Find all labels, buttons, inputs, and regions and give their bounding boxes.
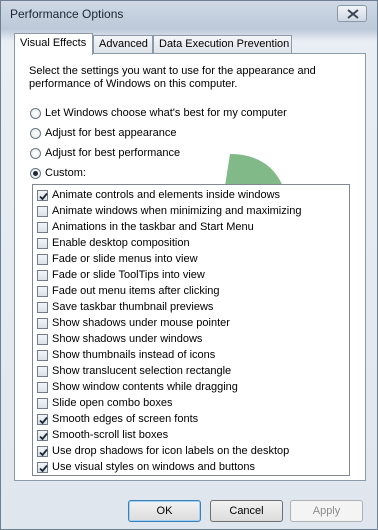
effect-label: Show window contents while dragging [52, 381, 238, 393]
effect-label: Animate windows when minimizing and maxi… [52, 205, 302, 217]
effect-item[interactable]: Animate controls and elements inside win… [37, 188, 347, 204]
effect-item[interactable]: Fade or slide menus into view [37, 252, 347, 268]
checkmark-icon [39, 432, 48, 441]
close-button[interactable] [337, 5, 367, 22]
radio-label: Let Windows choose what's best for my co… [45, 107, 287, 119]
checkmark-icon [39, 464, 48, 473]
effect-label: Use drop shadows for icon labels on the … [52, 445, 290, 457]
effect-checkbox[interactable] [37, 238, 48, 249]
performance-options-window: Performance Options Visual Effects Advan… [0, 0, 378, 530]
title-bar[interactable]: Performance Options [1, 1, 377, 29]
effect-label: Slide open combo boxes [52, 397, 173, 409]
checkmark-icon [39, 192, 48, 201]
effect-item[interactable]: Fade out menu items after clicking [37, 284, 347, 300]
effect-item[interactable]: Show window contents while dragging [37, 380, 347, 396]
tab-visual-effects[interactable]: Visual Effects [14, 33, 93, 55]
effect-item[interactable]: Show thumbnails instead of icons [37, 348, 347, 364]
effect-label: Show thumbnails instead of icons [52, 349, 216, 361]
effect-item[interactable]: Slide open combo boxes [37, 396, 347, 412]
window-title: Performance Options [10, 7, 124, 21]
effect-checkbox[interactable] [37, 366, 48, 377]
cancel-button[interactable]: Cancel [210, 500, 283, 522]
effect-checkbox[interactable] [37, 382, 48, 393]
tab-data-execution-prevention[interactable]: Data Execution Prevention [153, 35, 292, 53]
effect-item[interactable]: Use drop shadows for icon labels on the … [37, 444, 347, 460]
effect-label: Animations in the taskbar and Start Menu [52, 221, 254, 233]
effect-item[interactable]: Save taskbar thumbnail previews [37, 300, 347, 316]
visual-effects-panel: Select the settings you want to use for … [14, 53, 366, 481]
effect-item[interactable]: Show translucent selection rectangle [37, 364, 347, 380]
effect-label: Use visual styles on windows and buttons [52, 461, 255, 473]
effect-label: Smooth edges of screen fonts [52, 413, 199, 425]
radio-button[interactable] [30, 128, 41, 139]
radio-label: Adjust for best appearance [45, 127, 177, 139]
effect-checkbox[interactable] [37, 206, 48, 217]
effect-item[interactable]: Smooth-scroll list boxes [37, 428, 347, 444]
effect-checkbox[interactable] [37, 286, 48, 297]
effect-label: Show translucent selection rectangle [52, 365, 232, 377]
apply-button[interactable]: Apply [290, 500, 363, 522]
effect-label: Animate controls and elements inside win… [52, 189, 281, 201]
effect-checkbox[interactable] [37, 398, 48, 409]
effect-label: Smooth-scroll list boxes [52, 429, 169, 441]
ok-button[interactable]: OK [128, 500, 201, 522]
effect-checkbox[interactable] [37, 222, 48, 233]
effect-item[interactable]: Animate windows when minimizing and maxi… [37, 204, 347, 220]
close-icon [347, 9, 359, 19]
checkmark-icon [39, 448, 48, 457]
description-text: Select the settings you want to use for … [29, 65, 316, 90]
radio-button[interactable] [30, 148, 41, 159]
effect-checkbox[interactable] [37, 446, 48, 457]
effect-checkbox[interactable] [37, 334, 48, 345]
effect-checkbox[interactable] [37, 190, 48, 201]
effect-label: Fade or slide menus into view [52, 253, 198, 265]
effect-checkbox[interactable] [37, 302, 48, 313]
effect-item[interactable]: Show shadows under mouse pointer [37, 316, 347, 332]
effect-checkbox[interactable] [37, 430, 48, 441]
effect-item[interactable]: Animations in the taskbar and Start Menu [37, 220, 347, 236]
effect-item[interactable]: Fade or slide ToolTips into view [37, 268, 347, 284]
effects-checklist[interactable]: Animate controls and elements inside win… [32, 184, 350, 476]
effect-item[interactable]: Use visual styles on windows and buttons [37, 460, 347, 475]
effect-item[interactable]: Show shadows under windows [37, 332, 347, 348]
effect-label: Fade out menu items after clicking [52, 285, 220, 297]
effect-checkbox[interactable] [37, 270, 48, 281]
effect-checkbox[interactable] [37, 462, 48, 473]
effect-label: Show shadows under mouse pointer [52, 317, 230, 329]
effect-checkbox[interactable] [37, 254, 48, 265]
checkmark-icon [39, 416, 48, 425]
effect-checkbox[interactable] [37, 414, 48, 425]
radio-label: Adjust for best performance [45, 147, 181, 159]
effect-checkbox[interactable] [37, 318, 48, 329]
effect-checkbox[interactable] [37, 350, 48, 361]
radio-label: Custom: [45, 167, 86, 179]
effect-label: Fade or slide ToolTips into view [52, 269, 205, 281]
effect-label: Save taskbar thumbnail previews [52, 301, 214, 313]
tab-advanced[interactable]: Advanced [93, 35, 153, 53]
effect-label: Enable desktop composition [52, 237, 190, 249]
effect-item[interactable]: Enable desktop composition [37, 236, 347, 252]
effect-label: Show shadows under windows [52, 333, 203, 345]
radio-button[interactable] [30, 168, 41, 179]
radio-button[interactable] [30, 108, 41, 119]
effect-item[interactable]: Smooth edges of screen fonts [37, 412, 347, 428]
